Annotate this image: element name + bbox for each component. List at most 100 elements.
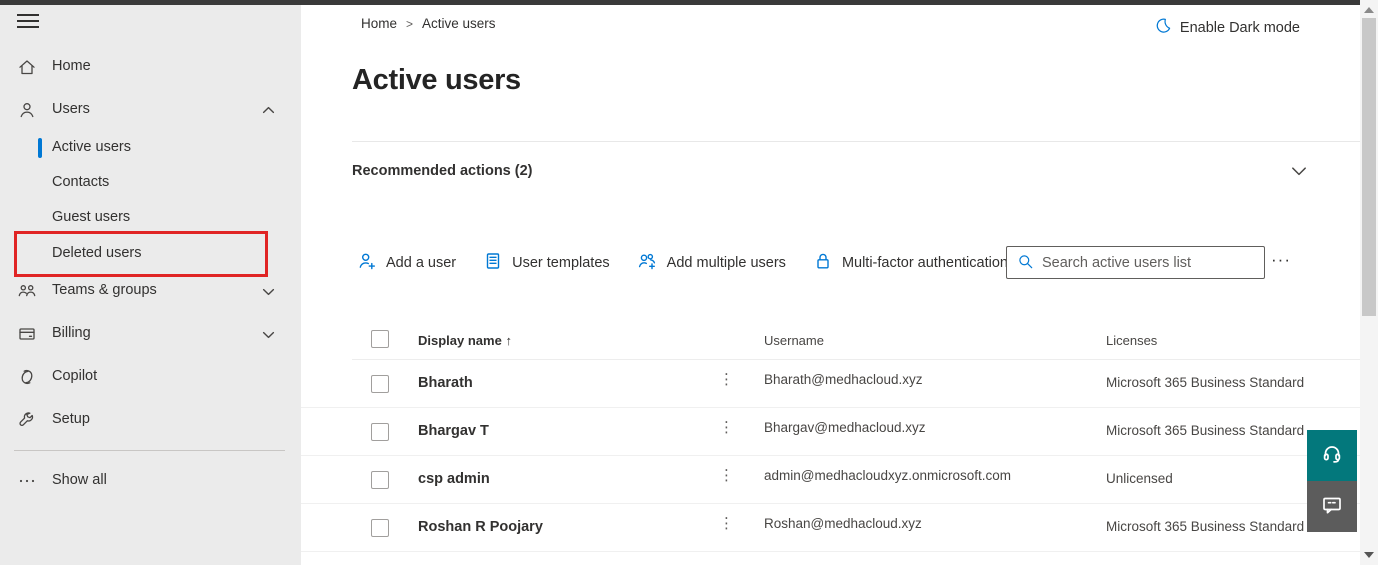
scroll-down-arrow-icon[interactable]	[1364, 552, 1374, 558]
sidebar-item-label: Active users	[52, 139, 131, 155]
support-button[interactable]	[1307, 430, 1357, 481]
search-box	[1006, 246, 1265, 279]
column-header-display-name[interactable]: Display name ↑	[418, 333, 512, 348]
sidebar-item-copilot[interactable]: Copilot	[0, 360, 301, 394]
teams-groups-icon	[17, 281, 37, 301]
sidebar-item-deleted-users[interactable]: Deleted users	[0, 237, 301, 271]
sidebar-item-label: Copilot	[52, 368, 98, 384]
top-border-bar	[0, 0, 1360, 5]
column-header-licenses[interactable]: Licenses	[1106, 333, 1157, 348]
hamburger-menu-icon[interactable]	[17, 14, 39, 30]
cell-display-name[interactable]: Roshan R Poojary	[418, 519, 543, 535]
section-divider	[352, 141, 1360, 142]
sort-ascending-icon: ↑	[505, 333, 512, 348]
ellipsis-icon	[17, 471, 37, 491]
billing-card-icon	[17, 324, 37, 344]
cell-username: Bhargav@medhacloud.xyz	[764, 420, 926, 435]
sidebar-item-label: Guest users	[52, 209, 131, 225]
breadcrumb-separator: >	[406, 16, 414, 31]
chevron-down-icon[interactable]	[262, 285, 275, 298]
setup-wrench-icon	[17, 410, 37, 430]
cell-licenses: Microsoft 365 Business Standard	[1106, 519, 1305, 534]
table-row[interactable]: csp admin ⋮ admin@medhacloudxyz.onmicros…	[301, 456, 1360, 504]
sidebar-item-teams-groups[interactable]: Teams & groups	[0, 274, 301, 308]
cell-display-name[interactable]: Bharath	[418, 375, 473, 391]
cell-username: Bharath@medhacloud.xyz	[764, 372, 923, 387]
chevron-down-icon[interactable]	[262, 328, 275, 341]
multi-factor-authentication-button[interactable]: Multi-factor authentication	[813, 251, 1008, 275]
cell-username: Roshan@medhacloud.xyz	[764, 516, 922, 531]
vertical-scrollbar[interactable]	[1360, 0, 1378, 565]
scrollbar-thumb[interactable]	[1362, 18, 1376, 316]
cell-licenses: Unlicensed	[1106, 471, 1173, 486]
sidebar-item-users[interactable]: Users	[0, 93, 301, 127]
copilot-icon	[17, 367, 37, 387]
row-checkbox[interactable]	[371, 519, 389, 537]
sidebar-item-label: Show all	[52, 472, 107, 488]
sidebar-item-label: Setup	[52, 411, 90, 427]
toolbar-action-label: Multi-factor authentication	[841, 255, 1008, 271]
kebab-menu-icon[interactable]: ⋮	[719, 372, 734, 387]
cell-display-name[interactable]: Bhargav T	[418, 423, 489, 439]
row-checkbox[interactable]	[371, 375, 389, 393]
table-row[interactable]: Bhargav T ⋮ Bhargav@medhacloud.xyz Micro…	[301, 408, 1360, 456]
breadcrumb-current: Active users	[422, 16, 496, 31]
feedback-button[interactable]	[1307, 481, 1357, 532]
chevron-up-icon[interactable]	[262, 104, 275, 117]
m365-admin-active-users-page: Home Users Active users Contacts Guest u…	[0, 0, 1378, 565]
dark-mode-label: Enable Dark mode	[1179, 19, 1300, 36]
kebab-menu-icon[interactable]: ⋮	[719, 420, 734, 435]
sidebar-item-setup[interactable]: Setup	[0, 403, 301, 437]
recommended-actions-header[interactable]: Recommended actions (2)	[352, 163, 533, 179]
user-templates-button[interactable]: User templates	[483, 251, 610, 275]
page-title: Active users	[352, 64, 521, 96]
toolbar-action-label: User templates	[512, 255, 610, 271]
select-all-checkbox[interactable]	[371, 330, 389, 348]
sidebar-item-active-users[interactable]: Active users	[0, 131, 301, 165]
breadcrumb-home-link[interactable]: Home	[361, 16, 397, 31]
add-multiple-users-icon	[637, 251, 658, 275]
user-templates-icon	[483, 251, 503, 275]
cell-licenses: Microsoft 365 Business Standard	[1106, 423, 1305, 438]
cell-licenses: Microsoft 365 Business Standard	[1106, 375, 1305, 390]
kebab-menu-icon[interactable]: ⋮	[719, 516, 734, 531]
kebab-menu-icon[interactable]: ⋮	[719, 468, 734, 483]
mfa-lock-icon	[813, 251, 833, 275]
sidebar-item-label: Users	[52, 101, 90, 117]
enable-dark-mode-button[interactable]: Enable Dark mode	[1155, 17, 1300, 38]
breadcrumb: Home > Active users	[361, 16, 496, 31]
sidebar-item-billing[interactable]: Billing	[0, 317, 301, 351]
sidebar-item-label: Deleted users	[52, 245, 142, 261]
user-icon	[17, 100, 37, 120]
scroll-up-arrow-icon[interactable]	[1364, 7, 1374, 13]
cell-display-name[interactable]: csp admin	[418, 471, 490, 487]
sidebar-item-label: Teams & groups	[52, 282, 157, 298]
sidebar-item-show-all[interactable]: Show all	[0, 464, 301, 498]
chat-bubble-icon	[1320, 493, 1344, 520]
table-row[interactable]: Bharath ⋮ Bharath@medhacloud.xyz Microso…	[301, 360, 1360, 408]
row-checkbox[interactable]	[371, 423, 389, 441]
toolbar-action-label: Add a user	[386, 255, 457, 271]
toolbar-action-label: Add multiple users	[666, 255, 786, 271]
main-content: Home > Active users Enable Dark mode Act…	[301, 0, 1360, 565]
column-header-username[interactable]: Username	[764, 333, 824, 348]
table-row[interactable]: Roshan R Poojary ⋮ Roshan@medhacloud.xyz…	[301, 504, 1360, 552]
add-multiple-users-button[interactable]: Add multiple users	[637, 251, 786, 275]
sidebar-item-guest-users[interactable]: Guest users	[0, 201, 301, 235]
sidebar-item-label: Contacts	[52, 174, 110, 190]
sidebar-divider	[14, 450, 285, 451]
sidebar-item-home[interactable]: Home	[0, 50, 301, 84]
home-icon	[17, 57, 37, 77]
row-checkbox[interactable]	[371, 471, 389, 489]
sidebar-item-label: Home	[52, 58, 91, 74]
search-input[interactable]	[1042, 254, 1256, 271]
add-a-user-button[interactable]: Add a user	[357, 251, 456, 275]
table-header-row: Display name ↑ Username Licenses	[301, 324, 1360, 358]
more-actions-button[interactable]: ···	[1271, 250, 1291, 270]
chevron-down-icon[interactable]	[1290, 162, 1308, 180]
headset-icon	[1320, 442, 1344, 469]
search-icon	[1017, 253, 1034, 273]
sidebar-item-contacts[interactable]: Contacts	[0, 166, 301, 200]
sidebar-nav: Home Users Active users Contacts Guest u…	[0, 0, 301, 565]
sidebar-item-label: Billing	[52, 325, 91, 341]
